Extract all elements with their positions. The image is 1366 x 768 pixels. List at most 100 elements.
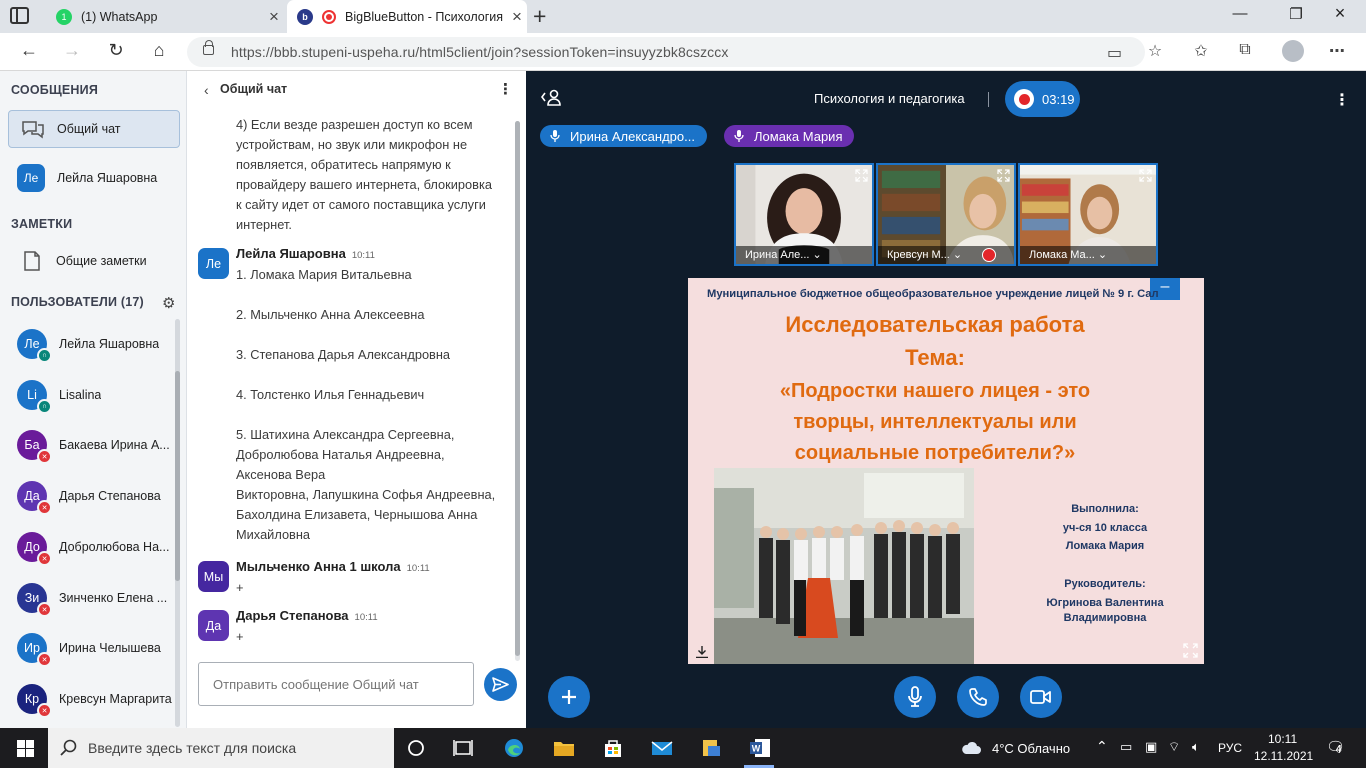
user-list-item[interactable]: Да ✕ Дарья Степанова — [6, 472, 174, 520]
windows-start-icon[interactable] — [17, 740, 34, 757]
video-camera-icon — [1030, 690, 1051, 704]
meeting-title: Психология и педагогика — [814, 91, 965, 106]
close-window-icon[interactable]: × — [1330, 3, 1350, 24]
avatar-initials: Кр — [24, 692, 40, 706]
presentation-slide[interactable]: – Муниципальное бюджетное общеобразовате… — [688, 278, 1204, 664]
chat-message-line: 4) Если везде разрешен доступ ко всем — [236, 117, 473, 132]
battery-icon[interactable]: ▭ — [1120, 739, 1132, 755]
task-view-icon[interactable] — [452, 738, 474, 758]
user-list-item[interactable]: До ✕ Добролюбова На... — [6, 523, 174, 571]
chat-message-line: появляется, обратитесь напрямую к — [236, 157, 451, 172]
home-icon[interactable]: ⌂ — [147, 40, 171, 61]
navigation-panel: СООБЩЕНИЯ Общий чат Ле Лейла Яшаровна ЗА… — [0, 71, 187, 728]
mute-microphone-button[interactable] — [894, 676, 936, 718]
chat-message-line: + — [236, 580, 244, 595]
chat-message-line: провайдеру вашего интернета, блокировка — [236, 177, 492, 192]
expand-icon[interactable] — [855, 169, 868, 182]
close-tab-icon[interactable]: × — [507, 7, 527, 27]
webcam-tile[interactable]: Ирина Але... ⌄ — [734, 163, 874, 266]
user-name: Бакаева Ирина А... — [59, 438, 170, 452]
network-icon[interactable]: ▣ — [1145, 739, 1157, 755]
more-options-icon[interactable]: ⋯ — [1325, 41, 1349, 61]
talking-indicator[interactable]: Ломака Мария — [724, 125, 855, 147]
language-indicator[interactable]: РУС — [1218, 741, 1242, 755]
slide-author-class: уч-ся 10 класса — [1062, 522, 1148, 534]
user-list-item[interactable]: Ле ∩ Лейла Яшаровна — [6, 320, 174, 368]
reload-icon[interactable]: ↻ — [104, 40, 128, 61]
edge-browser-icon[interactable] — [503, 738, 525, 758]
add-favorite-icon[interactable]: ☆ — [1143, 41, 1167, 61]
back-arrow-icon[interactable]: ← — [17, 40, 41, 61]
tab-actions-icon[interactable] — [10, 7, 29, 24]
mail-icon[interactable] — [651, 738, 673, 758]
public-chat-item[interactable]: Общий чат — [8, 110, 180, 148]
close-tab-icon[interactable]: × — [264, 7, 284, 27]
private-chat-item[interactable]: Ле Лейла Яшаровна — [8, 159, 180, 197]
message-author: Мыльченко Анна 1 школа 10:11 — [236, 559, 430, 574]
taskbar-search-box[interactable]: Введите здесь текст для поиска — [48, 728, 394, 768]
weather-text[interactable]: 4°C Облачно — [992, 741, 1070, 756]
tab-whatsapp[interactable]: 1 (1) WhatsApp × — [44, 0, 284, 33]
recording-indicator[interactable]: 03:19 — [1005, 81, 1080, 117]
collections-icon[interactable]: ⧉ — [1233, 41, 1257, 59]
options-menu-icon[interactable]: ⋮ — [1334, 90, 1350, 110]
chat-message-input[interactable] — [198, 662, 474, 706]
user-list-item[interactable]: Ир ✕ Ирина Челышева — [6, 624, 174, 672]
store-icon[interactable] — [602, 738, 624, 758]
user-name: Дарья Степанова — [59, 489, 161, 503]
user-list-item[interactable]: Ба ✕ Бакаева Ирина А... — [6, 421, 174, 469]
minimize-icon[interactable]: — — [1230, 5, 1250, 22]
actions-button[interactable] — [548, 676, 590, 718]
app-icon[interactable] — [700, 738, 722, 758]
user-list-item[interactable]: Кр ✕ Кревсун Маргарита — [6, 675, 174, 723]
user-list-scrollbar[interactable] — [175, 319, 180, 727]
chat-scrollbar[interactable] — [515, 121, 520, 661]
webcam-tile[interactable]: Кревсун М... ⌄ — [876, 163, 1016, 266]
expand-icon[interactable] — [997, 169, 1010, 182]
headset-icon: ∩ — [37, 399, 52, 414]
favorites-icon[interactable]: ✩ — [1189, 41, 1213, 61]
leave-audio-button[interactable] — [957, 676, 999, 718]
chat-messages: 4) Если везде разрешен доступ ко всем уст… — [188, 109, 525, 659]
cloud-icon[interactable] — [960, 738, 982, 758]
send-message-button[interactable] — [484, 668, 517, 701]
user-list-item[interactable]: Зи ✕ Зинченко Елена ... — [6, 574, 174, 622]
slide-subtitle: Тема: — [905, 345, 965, 370]
profile-avatar[interactable] — [1282, 40, 1304, 62]
cortana-icon[interactable] — [405, 738, 427, 758]
share-webcam-button[interactable] — [1020, 676, 1062, 718]
wifi-icon[interactable]: ⌔ — [1168, 739, 1180, 755]
word-icon[interactable]: W — [749, 738, 771, 758]
talking-indicator[interactable]: Ирина Александро... — [540, 125, 707, 147]
gear-icon[interactable]: ⚙ — [162, 294, 175, 312]
forward-arrow-icon[interactable]: → — [60, 40, 84, 61]
clock-date[interactable]: 12.11.2021 — [1254, 749, 1313, 763]
address-bar[interactable]: https://bbb.stupeni-uspeha.ru/html5clien… — [187, 37, 1145, 67]
slide-supervisor-patronymic: Владимировна — [1063, 612, 1147, 624]
fullscreen-icon[interactable] — [1183, 643, 1198, 658]
chevron-up-icon[interactable]: ⌃ — [1096, 738, 1108, 755]
file-explorer-icon[interactable] — [553, 738, 575, 758]
clock-time[interactable]: 10:11 — [1268, 732, 1297, 746]
expand-icon[interactable] — [1139, 169, 1152, 182]
chat-bubbles-icon — [9, 119, 57, 139]
chat-title[interactable]: Общий чат — [220, 82, 287, 96]
webcam-tile[interactable]: Ломака Ма... ⌄ — [1018, 163, 1158, 266]
restore-icon[interactable]: ❐ — [1286, 5, 1306, 23]
webcam-label[interactable]: Ирина Але... ⌄ — [736, 246, 872, 264]
chat-options-icon[interactable]: ⋮ — [498, 80, 513, 98]
shared-notes-item[interactable]: Общие заметки — [8, 242, 180, 280]
webcam-label[interactable]: Ломака Ма... ⌄ — [1020, 246, 1156, 264]
user-list-item[interactable]: Li ∩ Lisalina — [6, 371, 174, 419]
avatar: До ✕ — [17, 532, 52, 566]
download-icon[interactable] — [696, 646, 708, 658]
volume-icon[interactable]: 🔈︎ — [1192, 739, 1200, 755]
chevron-left-icon[interactable]: ‹ — [204, 82, 209, 98]
new-tab-icon[interactable]: + — [533, 3, 546, 30]
toggle-userlist-button[interactable] — [540, 88, 562, 110]
camera-permission-icon[interactable]: ▭ — [1107, 43, 1122, 63]
chat-message-line: Викторовна, Лапушкина Софья Андреевна, — [236, 487, 496, 502]
plus-icon — [562, 690, 576, 704]
user-name: Ирина Челышева — [59, 641, 161, 655]
tab-bigbluebutton[interactable]: b BigBlueButton - Психология × — [287, 0, 527, 33]
